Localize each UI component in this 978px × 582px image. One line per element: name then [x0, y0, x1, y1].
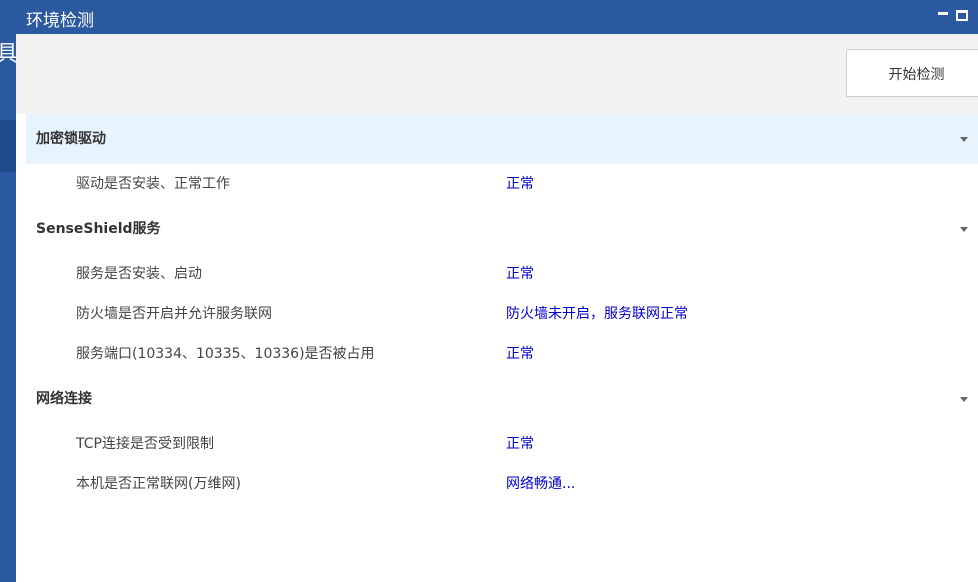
section-title: 加密锁驱动	[36, 131, 106, 147]
background-sidebar-selected-item	[0, 120, 16, 172]
check-result: 防火墙未开启，服务联网正常	[506, 306, 688, 322]
section-title: 网络连接	[36, 391, 92, 407]
check-label: 驱动是否安装、正常工作	[76, 176, 230, 192]
section-title: SenseShield服务	[36, 221, 161, 237]
check-results: 加密锁驱动 驱动是否安装、正常工作 正常 SenseShield服务 服务是否安…	[26, 114, 978, 504]
toolbar: 开始检测	[16, 34, 978, 114]
caret-down-icon[interactable]	[960, 137, 968, 142]
check-result: 正常	[506, 266, 534, 282]
check-result: 正常	[506, 346, 534, 362]
check-row: 服务端口(10334、10335、10336)是否被占用 正常	[26, 334, 978, 374]
check-result: 正常	[506, 176, 534, 192]
window-title: 环境检测	[26, 11, 94, 31]
section-header-dongle-driver[interactable]: 加密锁驱动	[26, 114, 978, 164]
check-result: 网络畅通...	[506, 476, 576, 492]
check-row: 服务是否安装、启动 正常	[26, 254, 978, 294]
check-label: 服务是否安装、启动	[76, 266, 202, 282]
check-row: 本机是否正常联网(万维网) 网络畅通...	[26, 464, 978, 504]
caret-down-icon[interactable]	[960, 227, 968, 232]
window-titlebar: 环境检测	[16, 0, 978, 34]
check-result: 正常	[506, 436, 534, 452]
minimize-icon[interactable]	[938, 12, 948, 15]
check-label: 服务端口(10334、10335、10336)是否被占用	[76, 346, 375, 362]
check-label: 本机是否正常联网(万维网)	[76, 476, 241, 492]
environment-check-dialog: 开始检测 加密锁驱动 驱动是否安装、正常工作 正常 SenseShield服务 …	[16, 34, 978, 582]
check-row: 防火墙是否开启并允许服务联网 防火墙未开启，服务联网正常	[26, 294, 978, 334]
maximize-icon[interactable]	[956, 10, 968, 21]
check-label: TCP连接是否受到限制	[76, 436, 214, 452]
section-header-network-connection[interactable]: 网络连接	[26, 374, 978, 424]
background-sidebar: 具	[0, 0, 18, 582]
check-label: 防火墙是否开启并允许服务联网	[76, 306, 272, 322]
check-row: 驱动是否安装、正常工作 正常	[26, 164, 978, 204]
section-header-senseshield-service[interactable]: SenseShield服务	[26, 204, 978, 254]
check-row: TCP连接是否受到限制 正常	[26, 424, 978, 464]
start-check-button[interactable]: 开始检测	[846, 49, 978, 97]
caret-down-icon[interactable]	[960, 397, 968, 402]
